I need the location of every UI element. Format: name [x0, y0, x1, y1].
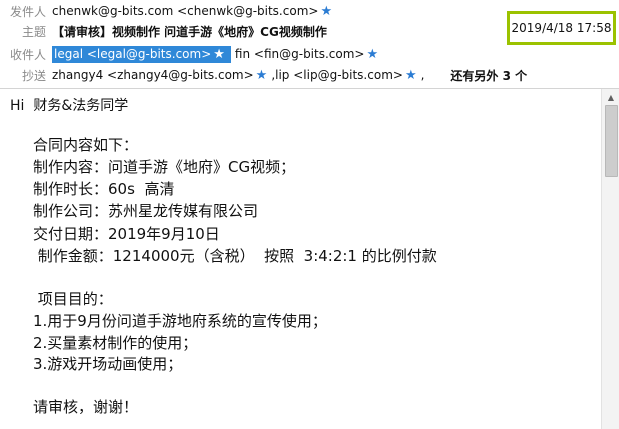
recipient-fin-text[interactable]: fin <fin@g-bits.com> [235, 47, 365, 61]
cc-recipients: zhangy4 <zhangy4@g-bits.com> ★, lip <lip@… [52, 67, 527, 84]
star-icon[interactable]: ★ [320, 4, 332, 19]
body-line: 制作时长：60s 高清 [33, 180, 175, 198]
body-line: 制作金额：1214000元（含税） 按照 3:4:2:1 的比例付款 [33, 247, 437, 265]
subject-text: 【请审核】视频制作 问道手游《地府》CG视频制作 [52, 24, 327, 39]
star-icon[interactable]: ★ [366, 47, 378, 62]
body-line: 2.买量素材制作的使用； [33, 334, 198, 352]
cc-separator: , [420, 68, 425, 82]
to-recipients: legal <legal@g-bits.com> ★ fin <fin@g-bit… [52, 45, 382, 63]
more-recipients-link[interactable]: 还有另外 3 个 [450, 67, 527, 84]
date-text: 2019/4/18 17:58 [511, 21, 612, 35]
body-line: 3.游戏开场动画使用； [33, 355, 183, 373]
vertical-scrollbar[interactable]: ▲ [601, 89, 619, 429]
star-icon[interactable]: ★ [256, 68, 268, 83]
body-line: 交付日期：2019年9月10日 [33, 225, 220, 243]
email-header: 发件人 chenwk@g-bits.com <chenwk@g-bits.com… [0, 0, 619, 88]
body-line: 项目目的： [33, 290, 113, 308]
scrollbar-thumb[interactable] [605, 105, 618, 177]
scroll-up-arrow-icon[interactable]: ▲ [602, 89, 619, 105]
from-label: 发件人 [9, 4, 46, 19]
to-label: 收件人 [9, 47, 46, 62]
greeting-line: Hi 财务&法务同学 [10, 98, 129, 114]
message-body: Hi 财务&法务同学 合同内容如下： 制作内容：问道手游《地府》CG视频； 制作… [0, 89, 600, 429]
date-box: 2019/4/18 17:58 [507, 11, 616, 45]
cc-recipient-lip[interactable]: lip <lip@g-bits.com> [275, 68, 403, 82]
star-icon[interactable]: ★ [405, 68, 417, 83]
cc-recipient-zhangy4[interactable]: zhangy4 <zhangy4@g-bits.com> [52, 68, 254, 82]
from-address[interactable]: chenwk@g-bits.com <chenwk@g-bits.com> [52, 4, 318, 18]
recipient-legal-text[interactable]: legal <legal@g-bits.com> [54, 47, 211, 61]
body-line: 合同内容如下： [33, 136, 139, 154]
body-line: 1.用于9月份问道手游地府系统的宣传使用； [33, 312, 327, 330]
recipient-chip-legal[interactable]: legal <legal@g-bits.com> ★ [52, 45, 231, 63]
star-icon[interactable]: ★ [213, 47, 225, 62]
from-value[interactable]: chenwk@g-bits.com <chenwk@g-bits.com> ★ [52, 4, 336, 19]
cc-label: 抄送 [21, 68, 46, 83]
body-line: 制作公司：苏州星龙传媒有限公司 [33, 202, 259, 220]
body-line: 制作内容：问道手游《地府》CG视频； [33, 158, 296, 176]
closing-line: 请审核，谢谢！ [33, 398, 139, 416]
subject-label: 主题 [21, 24, 46, 39]
